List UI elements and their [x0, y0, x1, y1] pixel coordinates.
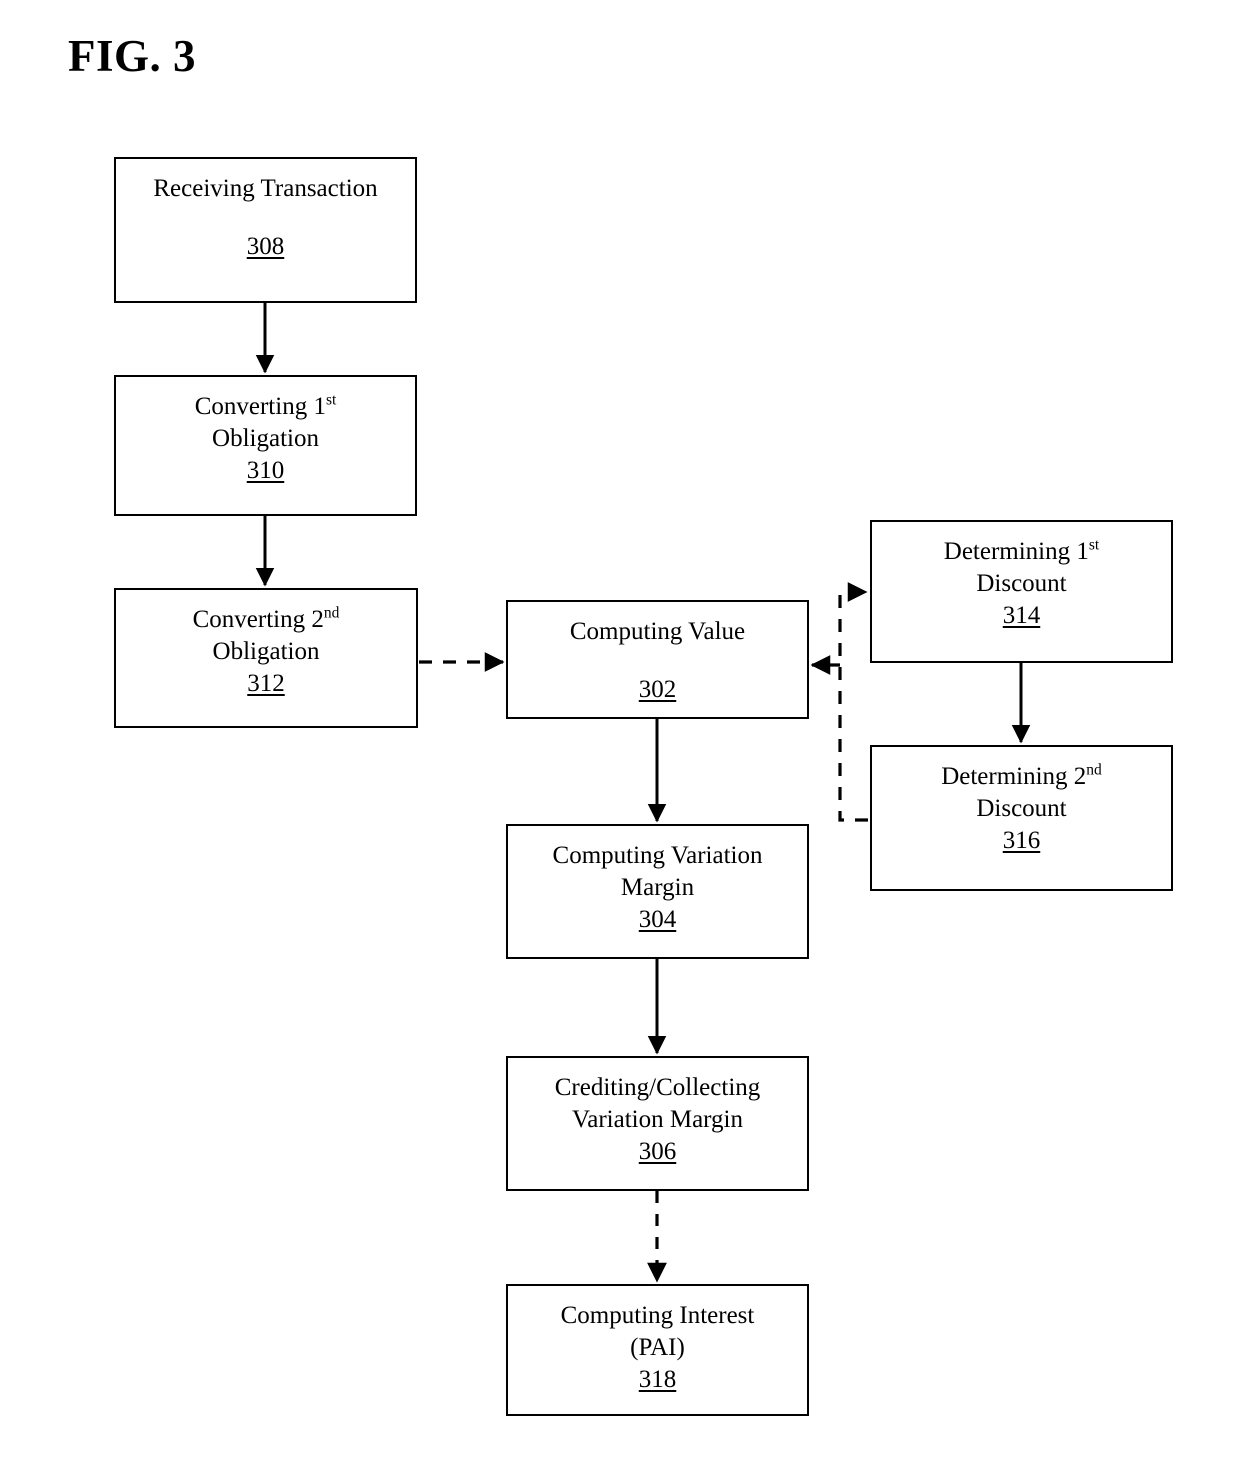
- node-label-line-1: Computing Interest: [560, 1302, 755, 1329]
- node-label-line-1: Computing Variation: [552, 842, 763, 869]
- node-label-line-1: Determining 2nd: [872, 761, 1171, 793]
- ordinal-suffix: nd: [1086, 761, 1102, 779]
- node-label-base: Determining 2: [941, 763, 1087, 790]
- node-label-line-1: Computing Value: [569, 618, 746, 645]
- node-converting-first-obligation: Converting 1st Obligation 310: [114, 375, 417, 516]
- arrow-316-to-314: [838, 582, 868, 822]
- node-ref-312: 312: [247, 670, 285, 697]
- node-label-base: Converting 1: [194, 393, 326, 420]
- node-spacer: [116, 205, 415, 231]
- node-label-line-2: (PAI): [630, 1334, 685, 1361]
- node-label-line-1: Receiving Transaction: [153, 175, 378, 202]
- node-label-line-2: Variation Margin: [571, 1106, 744, 1133]
- node-ref-308: 308: [246, 233, 285, 260]
- node-computing-value: Computing Value 302: [506, 600, 809, 719]
- node-determining-first-discount: Determining 1st Discount 314: [870, 520, 1173, 663]
- node-label-base: Determining 1: [943, 538, 1089, 565]
- node-ref-318: 318: [638, 1366, 677, 1393]
- node-computing-variation-margin: Computing Variation Margin 304: [506, 824, 809, 959]
- node-label-base: Converting 2: [192, 606, 324, 633]
- node-ref-310: 310: [246, 457, 285, 484]
- node-converting-second-obligation: Converting 2nd Obligation 312: [114, 588, 418, 728]
- ordinal-suffix: nd: [323, 604, 340, 622]
- node-label-line-1: Determining 1st: [872, 536, 1171, 568]
- node-crediting-collecting-variation-margin: Crediting/Collecting Variation Margin 30…: [506, 1056, 809, 1191]
- figure-page: FIG. 3 Receiving Transaction 308 Convert…: [0, 0, 1240, 1475]
- node-determining-second-discount: Determining 2nd Discount 316: [870, 745, 1173, 891]
- node-ref-316: 316: [1002, 827, 1041, 854]
- ordinal-suffix: st: [1088, 536, 1100, 554]
- node-ref-306: 306: [638, 1138, 677, 1165]
- node-label-line-2: Obligation: [212, 425, 319, 452]
- node-label-line-2: Margin: [620, 874, 695, 901]
- node-label-line-2: Discount: [976, 795, 1067, 822]
- node-label-line-1: Converting 1st: [116, 391, 415, 423]
- node-ref-304: 304: [638, 906, 677, 933]
- node-spacer: [508, 648, 807, 674]
- node-receiving-transaction: Receiving Transaction 308: [114, 157, 417, 303]
- node-label-line-1: Crediting/Collecting: [554, 1074, 761, 1101]
- node-ref-302: 302: [638, 676, 677, 703]
- node-ref-314: 314: [1002, 602, 1041, 629]
- node-label-line-1: Converting 2nd: [116, 604, 416, 636]
- node-label-line-2: Discount: [976, 570, 1067, 597]
- figure-title: FIG. 3: [68, 31, 197, 81]
- ordinal-suffix: st: [325, 391, 337, 409]
- node-label-line-2: Obligation: [212, 638, 320, 665]
- node-computing-interest-pai: Computing Interest (PAI) 318: [506, 1284, 809, 1416]
